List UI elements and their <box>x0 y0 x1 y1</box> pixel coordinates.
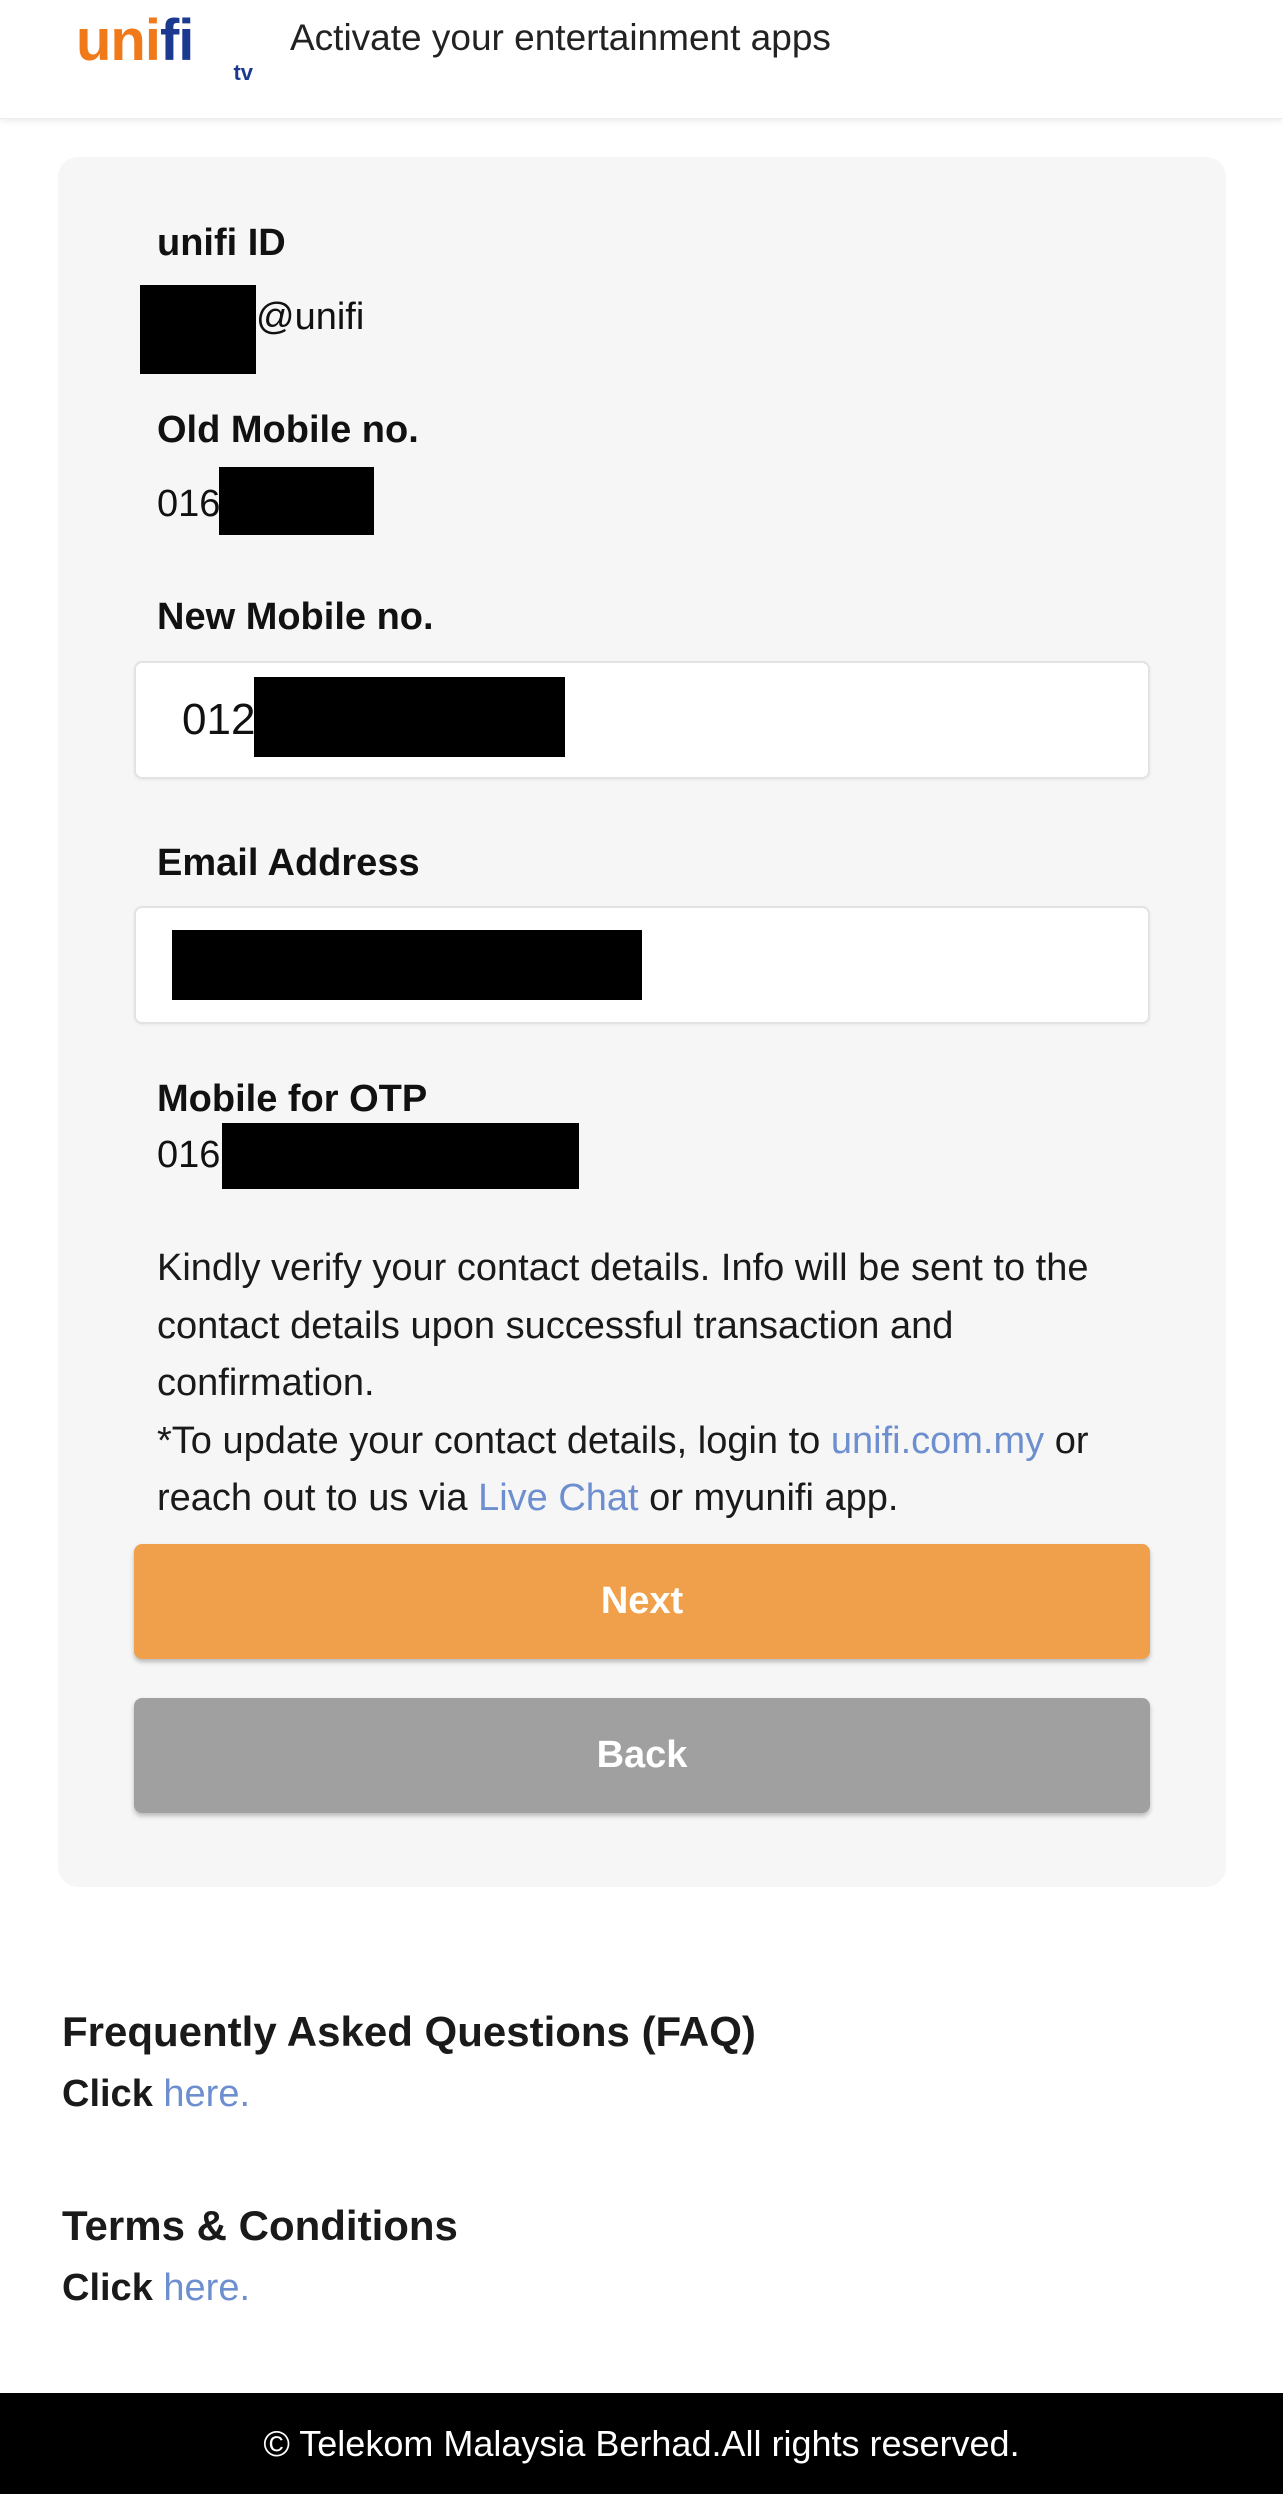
notice-update-suffix: or myunifi app. <box>638 1477 899 1519</box>
next-button[interactable]: Next <box>134 1544 1150 1659</box>
unifi-site-link[interactable]: unifi.com.my <box>831 1420 1044 1462</box>
verify-notice: Kindly verify your contact details. Info… <box>157 1240 1137 1528</box>
redacted-otp-mobile <box>222 1123 579 1189</box>
redacted-old-mobile <box>219 467 374 535</box>
old-mobile-prefix: 016 <box>157 483 221 525</box>
new-mobile-input[interactable]: 012 <box>134 661 1150 779</box>
notice-text: Kindly verify your contact details. Info… <box>157 1247 1089 1404</box>
otp-mobile-label: Mobile for OTP <box>157 1078 428 1120</box>
live-chat-link[interactable]: Live Chat <box>478 1477 639 1519</box>
notice-update-prefix: *To update your contact details, login t… <box>157 1419 831 1462</box>
faq-click-line: Click here. <box>62 2073 250 2116</box>
old-mobile-label: Old Mobile no. <box>157 409 419 451</box>
logo-tv-label: tv <box>233 60 253 85</box>
terms-here-link[interactable]: here. <box>163 2267 250 2309</box>
copyright-footer: © Telekom Malaysia Berhad.All rights res… <box>0 2393 1283 2494</box>
email-input[interactable] <box>134 906 1150 1024</box>
redacted-unifi-id <box>140 285 256 374</box>
new-mobile-prefix: 012 <box>182 695 256 744</box>
back-button[interactable]: Back <box>134 1698 1150 1813</box>
redacted-new-mobile <box>254 677 565 757</box>
email-label: Email Address <box>157 842 420 884</box>
logo-wordmark: unifi <box>76 8 194 73</box>
app-header: unifi tv Activate your entertainment app… <box>0 0 1283 119</box>
terms-title: Terms & Conditions <box>62 2202 458 2249</box>
faq-click-label: Click <box>62 2073 153 2115</box>
terms-click-line: Click here. <box>62 2267 250 2310</box>
faq-title: Frequently Asked Questions (FAQ) <box>62 2008 756 2055</box>
unifi-id-suffix: @unifi <box>256 296 365 338</box>
terms-click-label: Click <box>62 2267 153 2309</box>
otp-mobile-prefix: 016 <box>157 1134 221 1176</box>
unifi-tv-logo[interactable]: unifi tv <box>76 6 261 86</box>
faq-here-link[interactable]: here. <box>163 2073 250 2115</box>
header-title: Activate your entertainment apps <box>290 17 831 58</box>
redacted-email <box>172 930 642 1000</box>
new-mobile-label: New Mobile no. <box>157 596 434 638</box>
unifi-id-label: unifi ID <box>157 222 286 264</box>
